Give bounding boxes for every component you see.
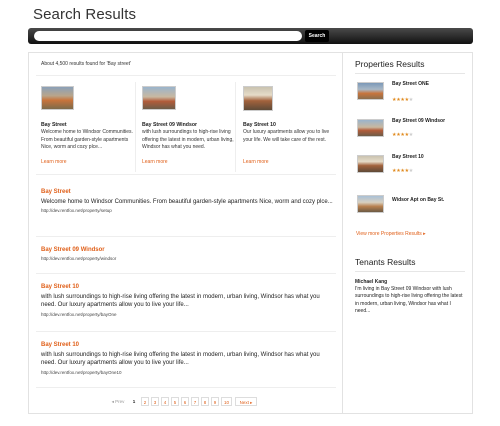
property-photo[interactable] xyxy=(41,86,74,110)
featured-properties: Bay Street Welcome home to Windsor Commu… xyxy=(36,75,336,175)
search-bar: Search xyxy=(28,28,473,44)
featured-description: with lush surroundings to high-rise livi… xyxy=(142,129,234,150)
learn-more-link[interactable]: Learn more xyxy=(41,159,67,165)
page-link[interactable]: 7 xyxy=(191,397,199,406)
result-title[interactable]: Bay Street 09 Windsor xyxy=(41,247,336,253)
search-result: Bay Street 09 Windsor http://dev.rentfox… xyxy=(41,247,336,261)
result-title[interactable]: Bay Street xyxy=(41,189,336,195)
tenants-results-heading: Tenants Results xyxy=(355,257,416,267)
featured-description: Welcome home to Windsor Communities. Fro… xyxy=(41,129,133,150)
result-divider xyxy=(36,236,336,237)
page-link[interactable]: 3 xyxy=(151,397,159,406)
current-page: 1 xyxy=(132,399,136,404)
property-name[interactable]: Bay Street ONE xyxy=(392,81,429,87)
rating-stars: ★★★★★ xyxy=(392,97,413,103)
property-name[interactable]: Widsor Apt on Bay St. xyxy=(392,197,444,203)
property-name[interactable]: Bay Street 10 xyxy=(392,154,424,160)
learn-more-link[interactable]: Learn more xyxy=(142,159,168,165)
page-link[interactable]: 9 xyxy=(211,397,219,406)
featured-card[interactable]: Bay Street 09 Windsor with lush surround… xyxy=(141,76,241,176)
property-photo[interactable] xyxy=(357,155,384,173)
tenant-name[interactable]: Michael Kang xyxy=(355,279,387,285)
property-photo[interactable] xyxy=(357,119,384,137)
rating-stars: ★★★★★ xyxy=(392,168,413,174)
result-title[interactable]: Bay Street 10 xyxy=(41,342,336,348)
page-link[interactable]: 5 xyxy=(171,397,179,406)
page-link[interactable]: 10 xyxy=(221,397,232,406)
search-result: Bay Street 10 with lush surroundings to … xyxy=(41,284,336,317)
featured-card[interactable]: Bay Street Welcome home to Windsor Commu… xyxy=(40,76,140,176)
result-divider xyxy=(36,331,336,332)
page-link[interactable]: 2 xyxy=(141,397,149,406)
sidebar-divider xyxy=(355,73,465,74)
search-result: Bay Street Welcome home to Windsor Commu… xyxy=(41,189,336,213)
featured-title[interactable]: Bay Street 09 Windsor xyxy=(142,122,197,128)
card-divider xyxy=(135,82,136,172)
star-icon: ★ xyxy=(408,97,414,103)
featured-title[interactable]: Bay Street 10 xyxy=(243,122,276,128)
featured-title[interactable]: Bay Street xyxy=(41,122,67,128)
result-url[interactable]: http://dev.rentfox.net/property/windsor xyxy=(41,256,336,261)
result-divider xyxy=(36,387,336,388)
results-count: About 4,500 results found for 'Bay stree… xyxy=(41,61,132,67)
card-divider xyxy=(235,82,236,172)
view-more-properties-link[interactable]: View more Properties Results ▸ xyxy=(356,231,426,237)
result-title[interactable]: Bay Street 10 xyxy=(41,284,336,290)
next-page-button[interactable]: Next ▸ xyxy=(235,397,257,406)
property-name[interactable]: Bay Street 09 Windsor xyxy=(392,118,445,124)
property-photo[interactable] xyxy=(243,86,273,111)
featured-description: Our luxury apartments allow you to live … xyxy=(243,129,330,143)
properties-results-heading: Properties Results xyxy=(355,59,425,69)
property-photo[interactable] xyxy=(357,82,384,100)
result-divider xyxy=(36,273,336,274)
learn-more-link[interactable]: Learn more xyxy=(243,159,269,165)
sidebar-divider xyxy=(355,271,465,272)
prev-page-button[interactable]: ◂ Prev xyxy=(110,397,126,406)
result-url[interactable]: http://dev.rentfox.net/property/bayOne10 xyxy=(41,370,336,375)
featured-card[interactable]: Bay Street 10 Our luxury apartments allo… xyxy=(242,76,342,176)
result-url[interactable]: http://dev.rentfox.net/property/setup xyxy=(41,208,336,213)
rating-stars: ★★★★★ xyxy=(392,132,413,138)
search-input[interactable] xyxy=(34,31,302,41)
property-photo[interactable] xyxy=(357,195,384,213)
page-link[interactable]: 4 xyxy=(161,397,169,406)
result-description: Welcome home to Windsor Communities. Fro… xyxy=(41,199,333,205)
result-description: with lush surroundings to high-rise livi… xyxy=(41,352,320,367)
page-title: Search Results xyxy=(33,6,137,23)
tenant-comment: I'm living in Bay Street 09 Windsor with… xyxy=(355,286,463,314)
page-link[interactable]: 8 xyxy=(201,397,209,406)
property-photo[interactable] xyxy=(142,86,176,110)
search-result: Bay Street 10 with lush surroundings to … xyxy=(41,342,336,375)
result-url[interactable]: http://dev.rentfox.net/property/bayOne xyxy=(41,312,336,317)
star-icon: ★ xyxy=(408,168,414,174)
column-divider xyxy=(342,52,343,414)
result-description: with lush surroundings to high-rise livi… xyxy=(41,294,320,309)
page-link[interactable]: 6 xyxy=(181,397,189,406)
star-icon: ★ xyxy=(408,132,414,138)
search-button[interactable]: Search xyxy=(305,30,329,42)
